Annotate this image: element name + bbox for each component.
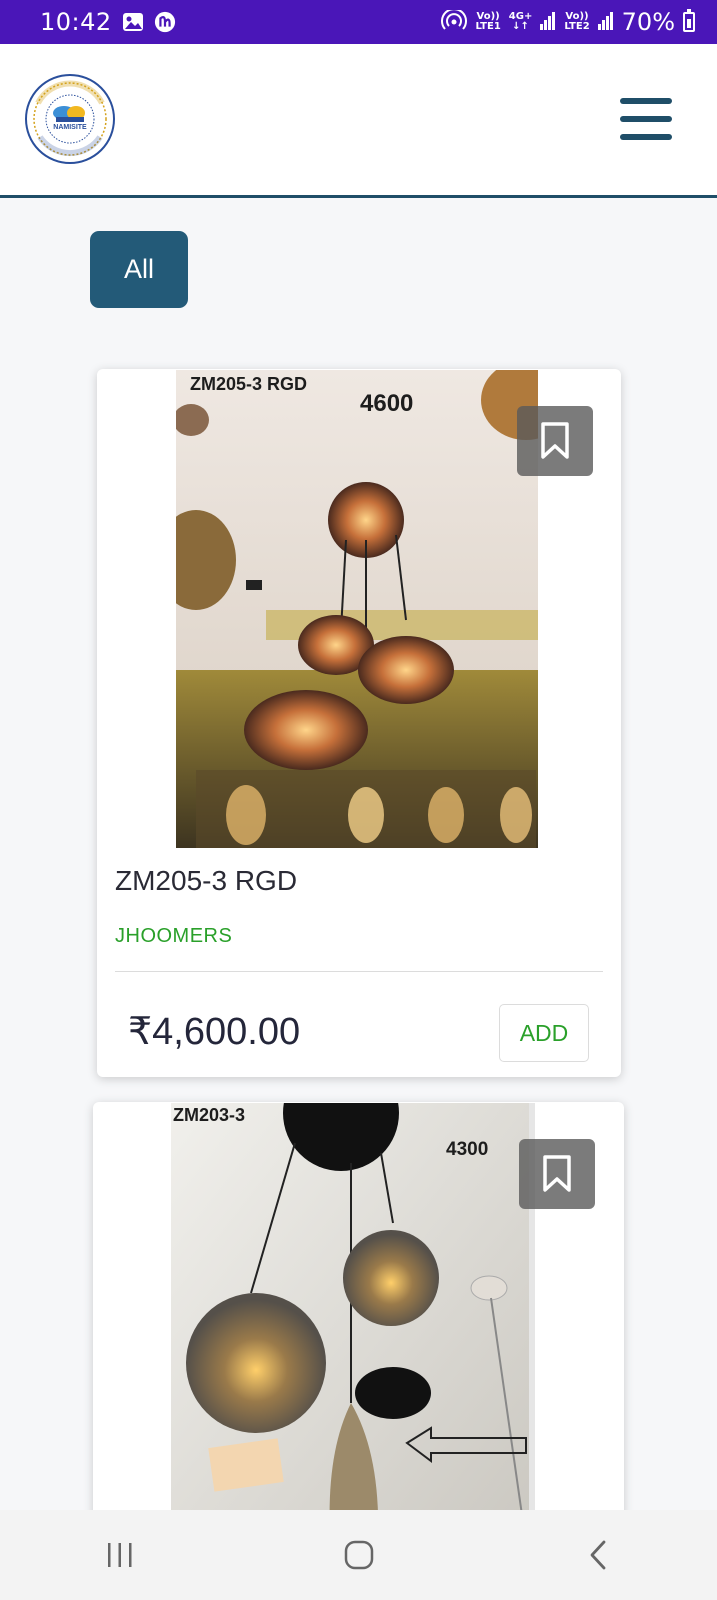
bookmark-icon bbox=[541, 422, 569, 459]
network-type: 4G+ ↓↑ bbox=[509, 12, 533, 32]
bookmark-button[interactable] bbox=[519, 1139, 595, 1209]
app-header: NAMISITE bbox=[0, 44, 717, 198]
battery-percent: 70% bbox=[621, 8, 675, 36]
menu-line bbox=[620, 98, 672, 104]
status-left: 10:42 bbox=[40, 8, 176, 36]
sim1-label: Vo)) LTE1 bbox=[475, 12, 500, 32]
logo-text: NAMISITE bbox=[53, 124, 87, 131]
image-model-label: ZM205-3 RGD bbox=[190, 374, 308, 394]
image-price-tag: 4600 bbox=[360, 390, 414, 417]
bookmark-icon bbox=[543, 1155, 571, 1192]
home-icon[interactable] bbox=[329, 1525, 389, 1585]
product-title[interactable]: ZM205-3 RGD bbox=[115, 865, 297, 897]
card-divider bbox=[115, 971, 603, 972]
image-model-label: ZM203-3 bbox=[173, 1105, 246, 1125]
status-time: 10:42 bbox=[40, 8, 112, 36]
battery-icon bbox=[683, 9, 695, 32]
hamburger-menu-icon[interactable] bbox=[618, 94, 674, 144]
signal-icon-2 bbox=[597, 11, 614, 33]
filter-chip-all[interactable]: All bbox=[90, 231, 188, 308]
menu-line bbox=[620, 116, 672, 122]
recent-apps-icon[interactable] bbox=[90, 1525, 150, 1585]
system-nav-bar bbox=[0, 1510, 717, 1600]
product-card[interactable]: ZM205-3 RGD 4600 ZM205-3 RGD JHOOMERS ₹4… bbox=[97, 369, 621, 1077]
image-price-tag: 4300 bbox=[446, 1139, 489, 1160]
status-bar: 10:42 Vo)) LTE1 4G+ ↓↑ Vo)) LTE2 70% bbox=[0, 0, 717, 44]
chandelier-photo bbox=[171, 1103, 535, 1573]
sim2-lte: LTE2 bbox=[564, 21, 590, 32]
product-price: ₹4,600.00 bbox=[128, 1011, 301, 1053]
brand-logo[interactable]: NAMISITE bbox=[24, 73, 116, 165]
product-image[interactable]: ZM203-3 4300 bbox=[171, 1103, 535, 1573]
back-icon[interactable] bbox=[568, 1525, 628, 1585]
add-to-cart-button[interactable]: ADD bbox=[499, 1004, 589, 1062]
chandelier-photo bbox=[176, 370, 538, 848]
status-right: Vo)) LTE1 4G+ ↓↑ Vo)) LTE2 70% bbox=[441, 7, 695, 36]
bookmark-button[interactable] bbox=[517, 406, 593, 476]
app-notification-icon bbox=[154, 11, 176, 33]
hotspot-icon bbox=[441, 7, 468, 35]
signal-icon-1 bbox=[540, 11, 556, 33]
data-arrows-icon: ↓↑ bbox=[512, 21, 529, 32]
gallery-icon bbox=[122, 11, 144, 33]
product-image[interactable]: ZM205-3 RGD 4600 bbox=[176, 370, 538, 848]
menu-line bbox=[620, 134, 672, 140]
product-category[interactable]: JHOOMERS bbox=[115, 925, 232, 948]
sim2-label: Vo)) LTE2 bbox=[564, 12, 589, 32]
sim1-lte: LTE1 bbox=[475, 21, 501, 32]
